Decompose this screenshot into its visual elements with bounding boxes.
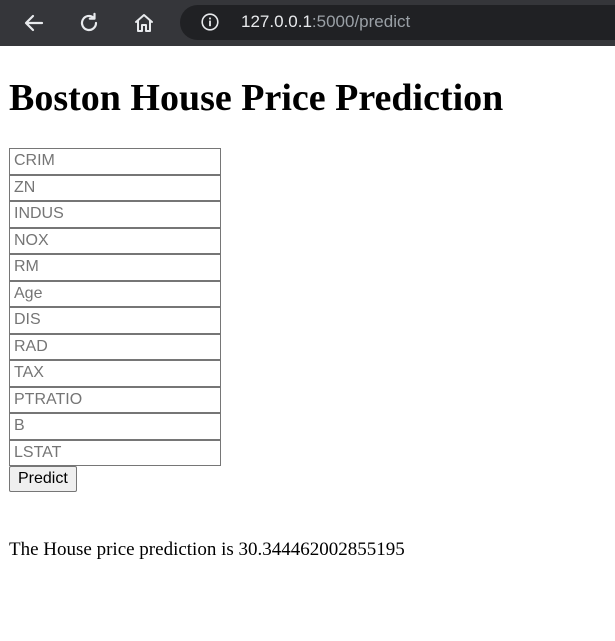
zn-input[interactable] bbox=[9, 174, 221, 201]
browser-toolbar: 127.0.0.1:5000/predict bbox=[0, 0, 615, 46]
predict-button[interactable]: Predict bbox=[9, 466, 77, 492]
prediction-result: The House price prediction is 30.3444620… bbox=[9, 539, 405, 560]
rad-input[interactable] bbox=[9, 333, 221, 360]
url-path: :5000/predict bbox=[311, 12, 411, 31]
address-bar[interactable]: 127.0.0.1:5000/predict bbox=[180, 5, 615, 40]
lstat-input[interactable] bbox=[9, 439, 221, 466]
age-input[interactable] bbox=[9, 280, 221, 307]
dis-input[interactable] bbox=[9, 307, 221, 334]
url-text[interactable]: 127.0.0.1:5000/predict bbox=[241, 12, 410, 32]
home-icon[interactable] bbox=[130, 9, 158, 37]
prediction-form: Predict bbox=[9, 148, 221, 492]
ptratio-input[interactable] bbox=[9, 386, 221, 413]
tax-input[interactable] bbox=[9, 360, 221, 387]
url-host: 127.0.0.1 bbox=[241, 12, 312, 31]
info-icon[interactable] bbox=[201, 13, 219, 31]
crim-input[interactable] bbox=[9, 148, 221, 175]
nox-input[interactable] bbox=[9, 227, 221, 254]
rm-input[interactable] bbox=[9, 254, 221, 281]
b-input[interactable] bbox=[9, 413, 221, 440]
back-arrow-icon[interactable] bbox=[20, 9, 48, 37]
page-title: Boston House Price Prediction bbox=[9, 77, 504, 119]
reload-icon[interactable] bbox=[75, 9, 103, 37]
indus-input[interactable] bbox=[9, 201, 221, 228]
